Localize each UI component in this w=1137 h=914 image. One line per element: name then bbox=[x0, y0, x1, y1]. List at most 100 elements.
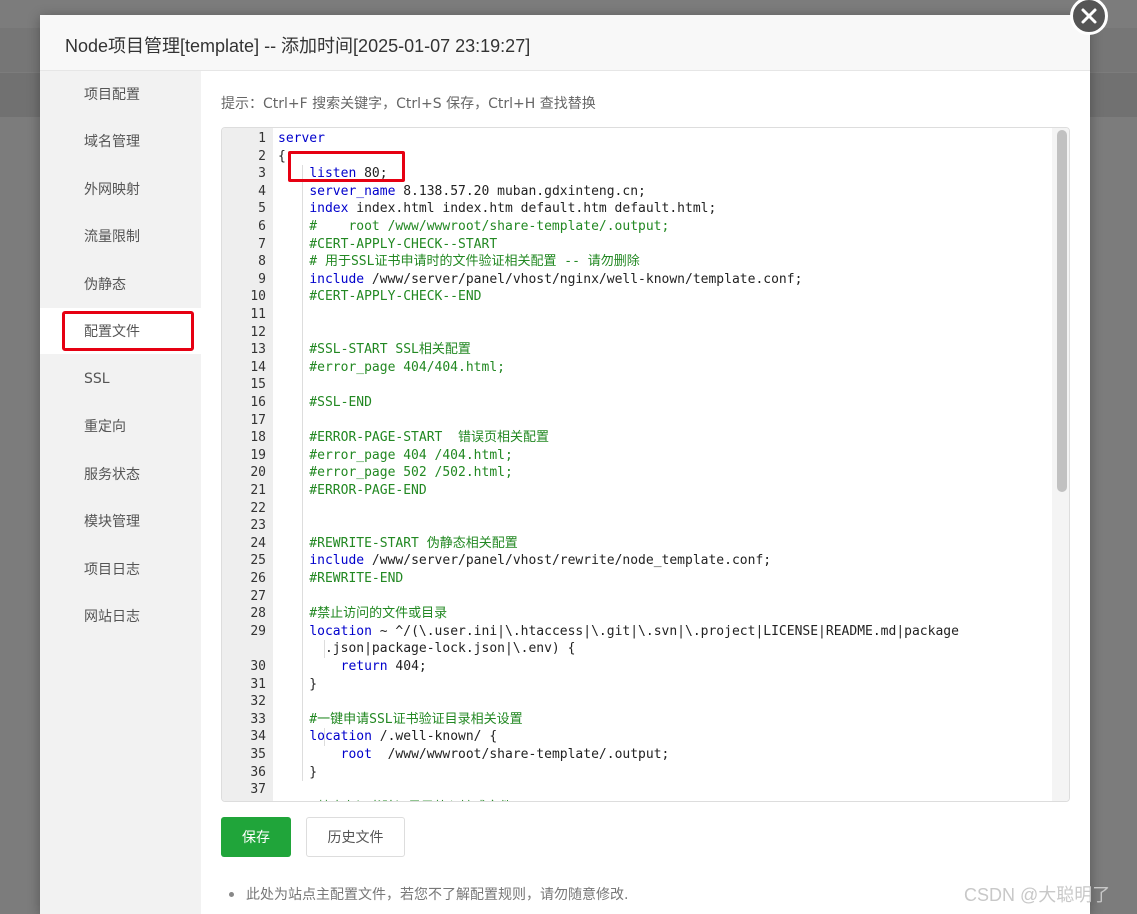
sidebar-item-label: 外网映射 bbox=[84, 182, 140, 198]
line-number: 4 bbox=[258, 183, 266, 199]
line-number: 23 bbox=[250, 518, 266, 534]
close-icon bbox=[1081, 8, 1097, 24]
sidebar-item-ssl[interactable]: SSL bbox=[40, 356, 201, 402]
line-number: 35 bbox=[250, 747, 266, 762]
line-text: { bbox=[278, 148, 286, 164]
line-number: 34 bbox=[250, 729, 266, 745]
line-number: 22 bbox=[250, 500, 266, 516]
line-number: 7 bbox=[258, 236, 266, 252]
history-files-button[interactable]: 历史文件 bbox=[306, 817, 405, 857]
line-number: 32 bbox=[250, 694, 266, 710]
line-number: 19 bbox=[250, 447, 266, 463]
line-number: 6 bbox=[258, 219, 266, 234]
line-number: 29 bbox=[250, 623, 266, 639]
sidebar-item-project-log[interactable]: 项目日志 bbox=[40, 546, 201, 592]
sidebar-item-traffic-limit[interactable]: 流量限制 bbox=[40, 213, 201, 259]
line-text: return 404; bbox=[340, 659, 427, 674]
line-text: } bbox=[278, 676, 318, 692]
config-editor[interactable]: 1 server 2{3 listen 80; 4 server_name 8.138… bbox=[221, 127, 1070, 802]
line-number: 27 bbox=[250, 588, 266, 604]
line-number: 15 bbox=[250, 377, 266, 393]
sidebar-item-label: 重定向 bbox=[84, 419, 126, 435]
sidebar-item-label: 项目配置 bbox=[84, 87, 140, 103]
line-number: 30 bbox=[250, 659, 266, 674]
line-text: # 用于SSL证书申请时的文件验证相关配置 -- 请勿删除 bbox=[278, 254, 640, 270]
sidebar-item-redirect[interactable]: 重定向 bbox=[40, 403, 201, 449]
line-text: #禁止在证书验证目录放入敏感文件 bbox=[278, 799, 512, 801]
line-number: 20 bbox=[250, 465, 266, 481]
line-text: location /.well-known/ { bbox=[309, 729, 498, 745]
bullet-icon bbox=[229, 892, 234, 897]
line-number: 9 bbox=[258, 271, 266, 287]
line-text: #CERT-APPLY-CHECK--START bbox=[278, 236, 498, 252]
sidebar-item-port-mapping[interactable]: 外网映射 bbox=[40, 166, 201, 212]
sidebar-item-modules[interactable]: 模块管理 bbox=[40, 498, 201, 544]
editor-scrollbar-thumb[interactable] bbox=[1057, 130, 1067, 492]
sidebar-item-label: SSL bbox=[84, 371, 110, 387]
line-text: root /www/wwwroot/share-template/.output… bbox=[340, 747, 670, 762]
sidebar-item-label: 服务状态 bbox=[84, 467, 140, 483]
sidebar-item-site-log[interactable]: 网站日志 bbox=[40, 593, 201, 639]
sidebar-item-label: 流量限制 bbox=[84, 229, 140, 245]
indent-guide bbox=[302, 165, 303, 782]
line-number: 12 bbox=[250, 324, 266, 340]
save-button[interactable]: 保存 bbox=[221, 817, 291, 857]
line-number: 11 bbox=[250, 307, 266, 322]
line-text: location ~ ^/(\.user.ini|\.htaccess|\.gi… bbox=[309, 623, 959, 639]
line-text: #禁止访问的文件或目录 bbox=[278, 606, 448, 622]
line-number: 25 bbox=[250, 553, 266, 569]
sidebar-item-label: 域名管理 bbox=[84, 134, 140, 150]
line-number: 8 bbox=[258, 254, 266, 270]
line-number: 16 bbox=[250, 395, 266, 410]
line-number: 10 bbox=[250, 289, 266, 305]
sidebar-item-service-status[interactable]: 服务状态 bbox=[40, 451, 201, 497]
line-text: #ERROR-PAGE-START 错误页相关配置 bbox=[278, 430, 550, 446]
settings-sidebar: 项目配置 域名管理 外网映射 流量限制 伪静态 配置文件 SSL 重定向 服务状… bbox=[40, 71, 201, 914]
line-text: #一键申请SSL证书验证目录相关设置 bbox=[278, 711, 523, 727]
line-text: #REWRITE-START 伪静态相关配置 bbox=[278, 535, 518, 551]
dialog-title: Node项目管理[template] -- 添加时间[2025-01-07 23… bbox=[65, 36, 531, 56]
sidebar-item-label: 网站日志 bbox=[84, 609, 140, 625]
line-text: #SSL-END bbox=[278, 395, 372, 410]
line-number: 36 bbox=[250, 764, 266, 780]
line-text: } bbox=[278, 764, 318, 780]
line-text: index index.html index.htm default.htm d… bbox=[309, 201, 717, 217]
line-number: 33 bbox=[250, 711, 266, 727]
line-text: # root /www/wwwroot/share-template/.outp… bbox=[278, 219, 670, 234]
line-number: 17 bbox=[250, 412, 266, 428]
line-number: 1 bbox=[258, 131, 266, 146]
line-number: 26 bbox=[250, 571, 266, 586]
watermark: CSDN @大聪明了 bbox=[964, 885, 1111, 905]
line-number: 31 bbox=[250, 676, 266, 692]
sidebar-item-domain[interactable]: 域名管理 bbox=[40, 118, 201, 164]
sidebar-item-label: 配置文件 bbox=[84, 324, 140, 340]
sidebar-item-label: 项目日志 bbox=[84, 562, 140, 578]
config-warning-note: 此处为站点主配置文件，若您不了解配置规则，请勿随意修改. bbox=[246, 887, 629, 903]
line-text: #error_page 502 /502.html; bbox=[278, 465, 513, 481]
line-text: #SSL-START SSL相关配置 bbox=[278, 342, 471, 358]
line-text: .json|package-lock.json|\.env) { bbox=[278, 641, 576, 657]
line-text: #REWRITE-END bbox=[278, 571, 404, 586]
code-area[interactable]: 1 server 2{3 listen 80; 4 server_name 8.138… bbox=[222, 128, 1069, 801]
line-text: include /www/server/panel/vhost/nginx/we… bbox=[309, 271, 803, 287]
line-number: 37 bbox=[250, 782, 266, 798]
dialog-header: Node项目管理[template] -- 添加时间[2025-01-07 23… bbox=[40, 15, 1090, 71]
line-text: #error_page 404 /404.html; bbox=[278, 447, 513, 463]
indent-guide bbox=[324, 640, 325, 658]
line-text: #error_page 404/404.html; bbox=[278, 359, 505, 375]
indent-guide bbox=[324, 728, 325, 746]
line-number: 21 bbox=[250, 483, 266, 498]
line-number: 13 bbox=[250, 342, 266, 358]
line-number: 24 bbox=[250, 535, 266, 551]
line-text: include /www/server/panel/vhost/rewrite/… bbox=[309, 553, 772, 569]
line-number: 3 bbox=[258, 166, 266, 182]
line-text: server_name 8.138.57.20 muban.gdxinteng.… bbox=[309, 183, 646, 199]
sidebar-item-project-config[interactable]: 项目配置 bbox=[40, 71, 201, 117]
line-number: 5 bbox=[258, 201, 266, 217]
line-text: server bbox=[278, 131, 325, 146]
sidebar-item-rewrite[interactable]: 伪静态 bbox=[40, 261, 201, 307]
line-number: 14 bbox=[250, 359, 266, 375]
sidebar-item-config-file[interactable]: 配置文件 bbox=[40, 308, 201, 354]
line-number: 18 bbox=[250, 430, 266, 446]
sidebar-item-label: 模块管理 bbox=[84, 514, 140, 530]
